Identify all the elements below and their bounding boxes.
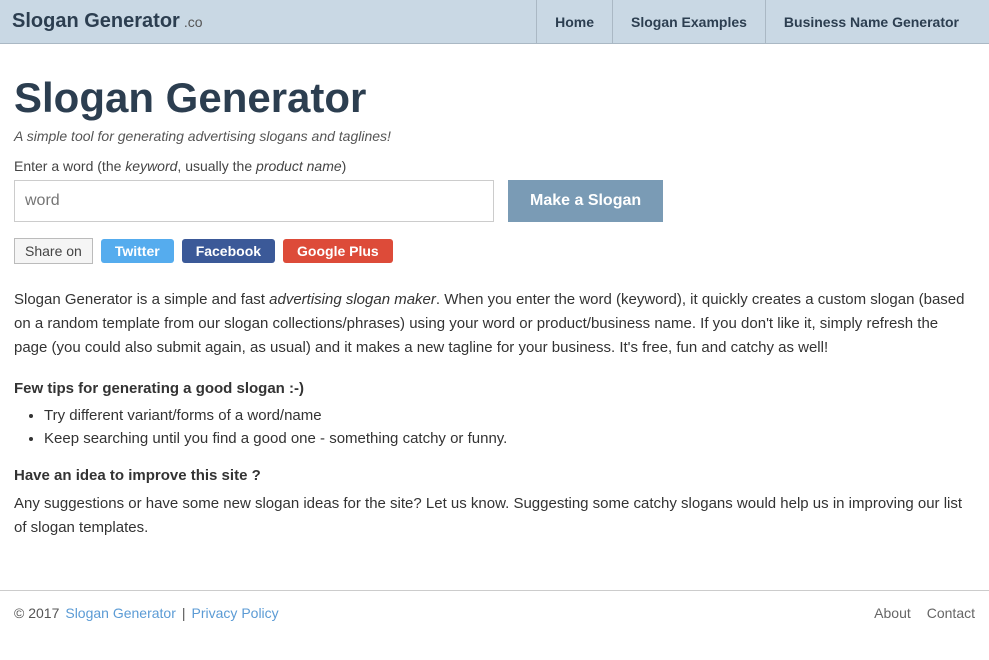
- footer-privacy-link[interactable]: Privacy Policy: [192, 605, 279, 621]
- share-row: Share on Twitter Facebook Google Plus: [14, 238, 966, 264]
- page-subtitle: A simple tool for generating advertising…: [14, 128, 966, 144]
- tip-item: Keep searching until you find a good one…: [44, 430, 966, 447]
- idea-heading: Have an idea to improve this site ?: [14, 467, 966, 484]
- page-title: Slogan Generator: [14, 74, 966, 122]
- footer-contact-link[interactable]: Contact: [927, 605, 975, 621]
- footer-separator: |: [182, 605, 186, 621]
- tip-item: Try different variant/forms of a word/na…: [44, 407, 966, 424]
- keyword-em: keyword: [125, 158, 177, 174]
- description: Slogan Generator is a simple and fast ad…: [14, 288, 966, 360]
- footer-left: © 2017 Slogan Generator | Privacy Policy: [14, 605, 279, 621]
- nav: Home Slogan Examples Business Name Gener…: [536, 0, 977, 43]
- nav-home[interactable]: Home: [536, 0, 612, 43]
- tips-list: Try different variant/forms of a word/na…: [44, 407, 966, 447]
- tips-heading: Few tips for generating a good slogan :-…: [14, 380, 966, 397]
- logo-sub: .co: [184, 14, 203, 30]
- logo-area: Slogan Generator .co: [12, 10, 203, 33]
- footer-site-link[interactable]: Slogan Generator: [65, 605, 176, 621]
- share-twitter-button[interactable]: Twitter: [101, 239, 174, 263]
- footer: © 2017 Slogan Generator | Privacy Policy…: [0, 590, 989, 635]
- input-label: Enter a word (the keyword, usually the p…: [14, 158, 966, 174]
- idea-text: Any suggestions or have some new slogan …: [14, 492, 966, 540]
- logo-main: Slogan Generator: [12, 10, 180, 33]
- nav-business-name[interactable]: Business Name Generator: [765, 0, 977, 43]
- share-facebook-button[interactable]: Facebook: [182, 239, 275, 263]
- description-italic: advertising slogan maker: [269, 291, 436, 308]
- footer-about-link[interactable]: About: [874, 605, 911, 621]
- product-em: product name: [256, 158, 342, 174]
- make-slogan-button[interactable]: Make a Slogan: [508, 180, 663, 222]
- footer-copy: © 2017: [14, 605, 59, 621]
- header: Slogan Generator .co Home Slogan Example…: [0, 0, 989, 44]
- share-google-button[interactable]: Google Plus: [283, 239, 393, 263]
- main-content: Slogan Generator A simple tool for gener…: [0, 44, 980, 560]
- word-input[interactable]: [14, 180, 494, 222]
- nav-slogan-examples[interactable]: Slogan Examples: [612, 0, 765, 43]
- footer-right: About Contact: [874, 605, 975, 621]
- share-label: Share on: [14, 238, 93, 264]
- input-row: Make a Slogan: [14, 180, 966, 222]
